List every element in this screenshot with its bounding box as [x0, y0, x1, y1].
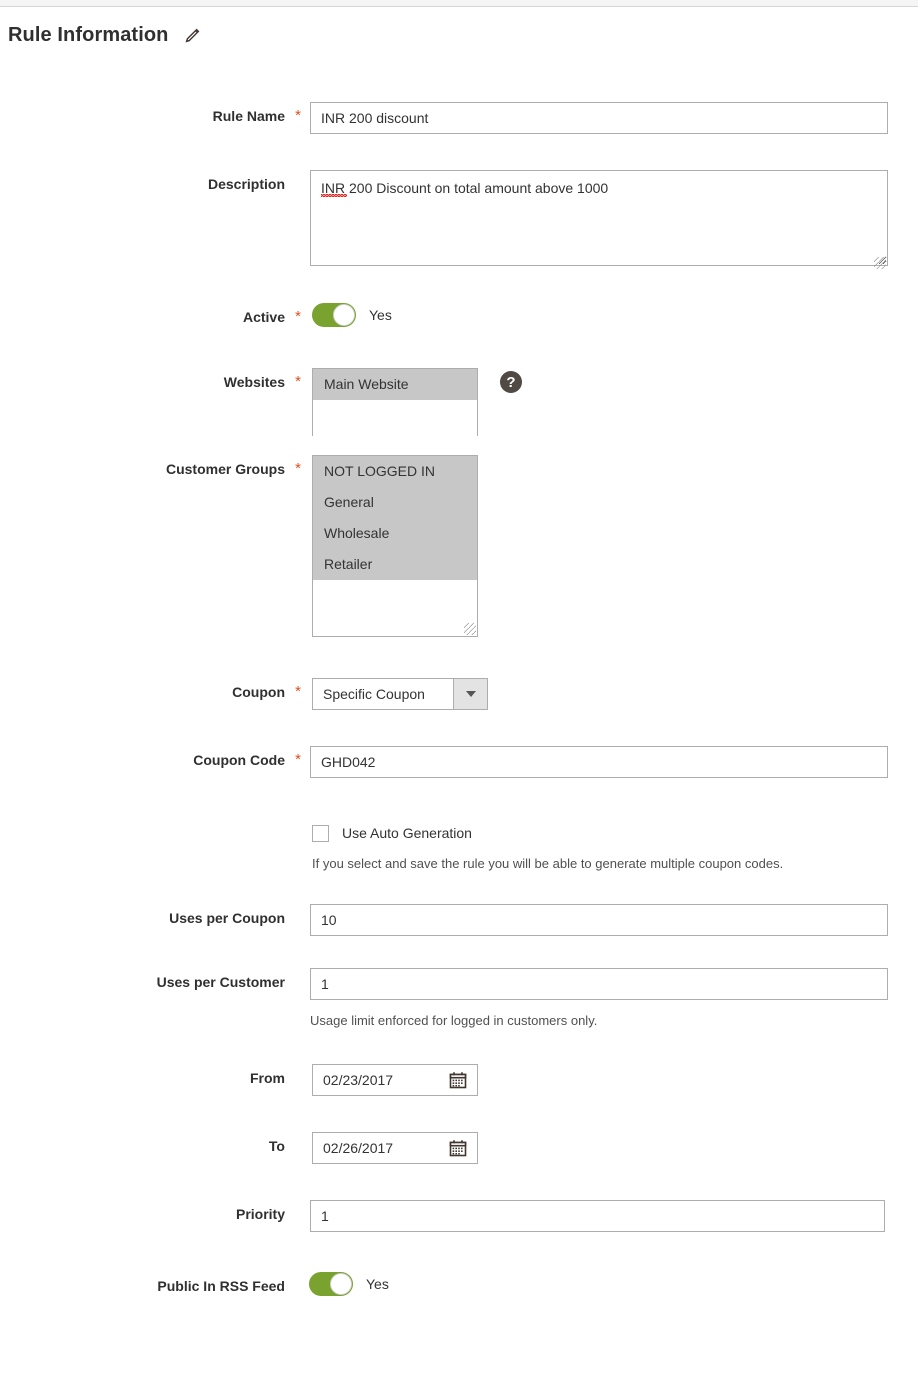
field-row-description: Description INR 200 Discount on total am…: [0, 170, 918, 271]
auto-generation-note: If you select and save the rule you will…: [312, 856, 784, 871]
help-icon[interactable]: ?: [500, 371, 522, 393]
coupon-select-value: Specific Coupon: [323, 686, 425, 702]
use-auto-generation-label: Use Auto Generation: [342, 825, 472, 841]
from-date-value: 02/23/2017: [323, 1072, 394, 1088]
description-textarea[interactable]: INR 200 Discount on total amount above 1…: [310, 170, 888, 266]
to-date-field[interactable]: 02/26/2017: [312, 1132, 478, 1164]
multiselect-resize-handle[interactable]: [464, 623, 476, 635]
public-rss-toggle-state: Yes: [366, 1276, 389, 1292]
field-row-public-rss: Public In RSS Feed Yes: [0, 1272, 918, 1296]
rule-name-label: Rule Name: [212, 108, 285, 124]
public-rss-required-marker: [290, 1272, 306, 1276]
uses-per-coupon-input[interactable]: [310, 904, 888, 936]
page-title: Rule Information: [8, 24, 169, 46]
field-row-rule-name: Rule Name *: [0, 102, 918, 134]
description-label: Description: [207, 176, 285, 192]
coupon-required-marker: *: [295, 683, 301, 700]
priority-required-marker: [290, 1200, 306, 1204]
field-row-from: From 02/23/2017: [0, 1064, 918, 1096]
section-header: Rule Information: [8, 22, 201, 48]
rule-name-input[interactable]: [310, 102, 888, 134]
active-required-marker: *: [295, 308, 301, 325]
customer-groups-option[interactable]: NOT LOGGED IN: [313, 456, 477, 487]
websites-label: Websites: [223, 374, 285, 390]
use-auto-generation-checkbox[interactable]: [312, 824, 329, 842]
from-date-field[interactable]: 02/23/2017: [312, 1064, 478, 1096]
priority-input[interactable]: [310, 1200, 885, 1232]
field-row-coupon-code: Coupon Code *: [0, 746, 918, 778]
public-rss-label: Public In RSS Feed: [157, 1278, 285, 1294]
field-row-uses-per-coupon: Uses per Coupon: [0, 904, 918, 936]
customer-groups-required-marker: *: [295, 460, 301, 477]
public-rss-toggle[interactable]: [309, 1272, 353, 1296]
pencil-icon[interactable]: [183, 27, 201, 45]
coupon-code-label: Coupon Code: [193, 752, 285, 768]
websites-multiselect[interactable]: Main Website: [312, 368, 478, 436]
customer-groups-label: Customer Groups: [165, 461, 285, 477]
calendar-icon[interactable]: [448, 1138, 468, 1158]
page-top-strip: [0, 0, 918, 7]
active-toggle[interactable]: [312, 303, 356, 327]
calendar-icon[interactable]: [448, 1070, 468, 1090]
field-row-customer-groups: Customer Groups * NOT LOGGED IN General …: [0, 455, 918, 637]
websites-required-marker: *: [295, 373, 301, 390]
uses-per-customer-input[interactable]: [310, 968, 888, 1000]
customer-groups-option[interactable]: General: [313, 487, 477, 518]
field-row-auto-generation: Use Auto Generation If you select and sa…: [0, 823, 918, 873]
uses-per-coupon-label: Uses per Coupon: [169, 910, 285, 926]
rule-name-required-marker: *: [295, 107, 301, 124]
field-row-to: To 02/26/2017: [0, 1132, 918, 1164]
active-toggle-knob: [333, 304, 355, 326]
websites-option[interactable]: Main Website: [313, 369, 477, 400]
to-required-marker: [290, 1132, 306, 1136]
customer-groups-option[interactable]: Wholesale: [313, 518, 477, 549]
auto-generation-required-marker: [290, 823, 306, 827]
field-row-active: Active * Yes: [0, 303, 918, 327]
customer-groups-option[interactable]: Retailer: [313, 549, 477, 580]
chevron-down-icon[interactable]: [453, 679, 487, 709]
from-required-marker: [290, 1064, 306, 1068]
active-label: Active: [242, 309, 285, 325]
from-label: From: [250, 1070, 285, 1086]
public-rss-toggle-knob: [330, 1273, 352, 1295]
coupon-label: Coupon: [232, 684, 285, 700]
field-row-uses-per-customer: Uses per Customer Usage limit enforced f…: [0, 968, 918, 1030]
to-date-value: 02/26/2017: [323, 1140, 394, 1156]
field-row-priority: Priority: [0, 1200, 918, 1232]
field-row-coupon: Coupon * Specific Coupon: [0, 678, 918, 710]
auto-generation-spacer-label: [0, 823, 285, 827]
to-label: To: [268, 1138, 285, 1154]
uses-per-customer-required-marker: [290, 968, 306, 972]
coupon-select[interactable]: Specific Coupon: [312, 678, 488, 710]
coupon-code-required-marker: *: [295, 751, 301, 768]
uses-per-coupon-required-marker: [290, 904, 306, 908]
priority-label: Priority: [235, 1206, 285, 1222]
field-row-websites: Websites * Main Website ?: [0, 368, 918, 436]
active-toggle-state: Yes: [369, 307, 392, 323]
uses-per-customer-label: Uses per Customer: [156, 974, 285, 990]
description-required-marker: [290, 170, 306, 174]
customer-groups-multiselect[interactable]: NOT LOGGED IN General Wholesale Retailer: [312, 455, 478, 637]
uses-per-customer-note: Usage limit enforced for logged in custo…: [310, 1013, 598, 1028]
coupon-code-input[interactable]: [310, 746, 888, 778]
